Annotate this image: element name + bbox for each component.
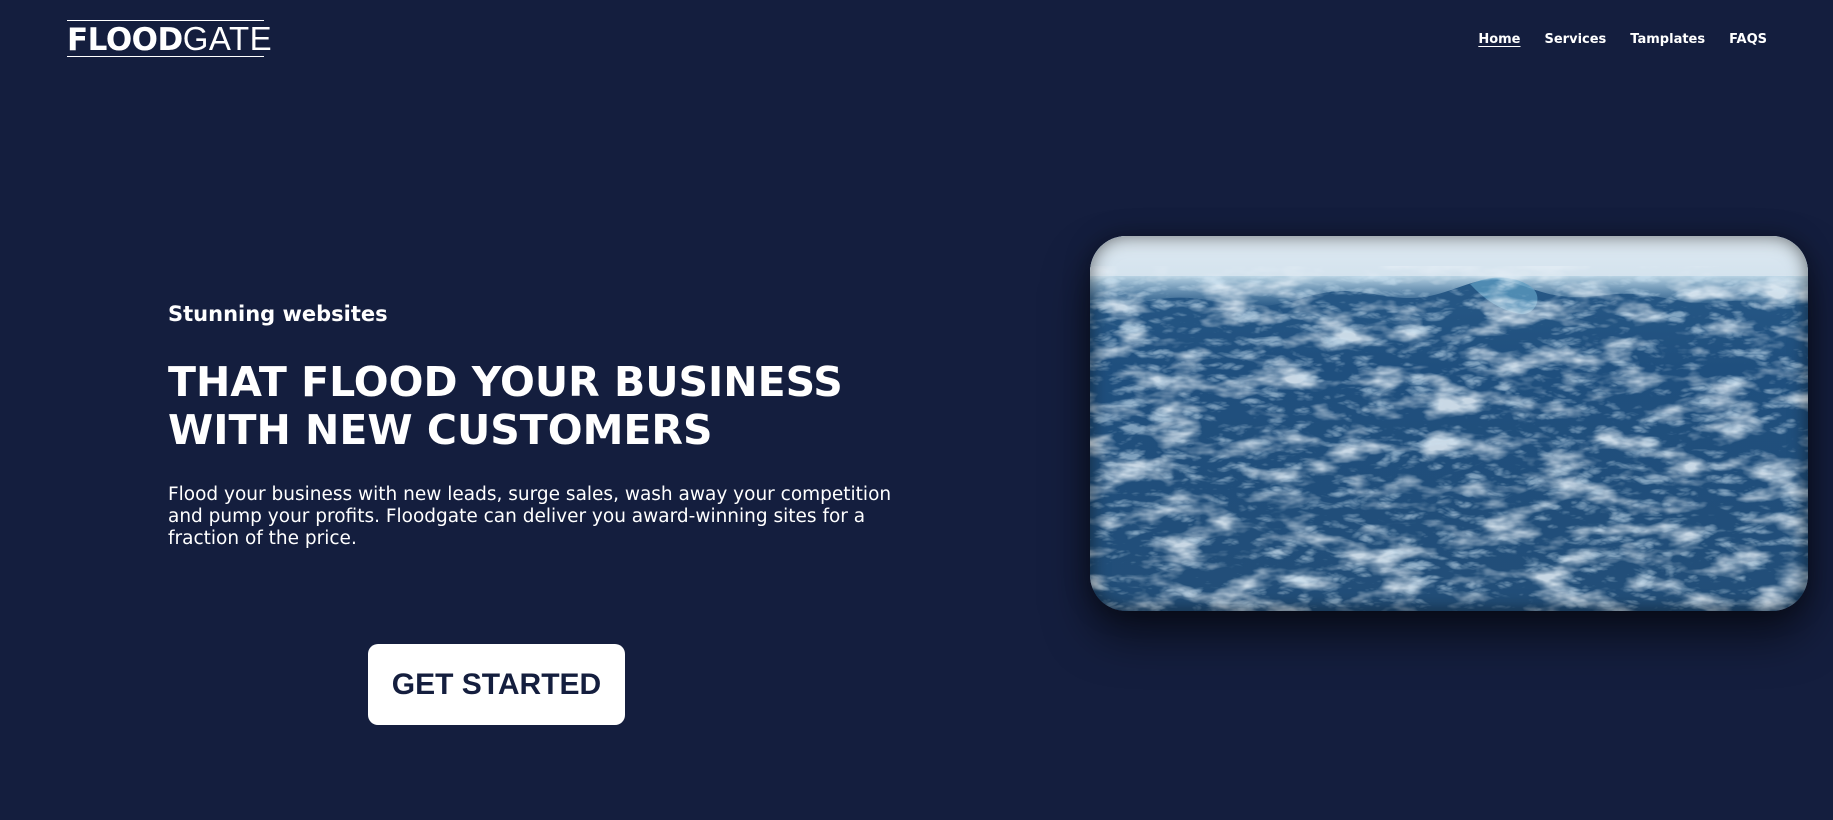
logo-bold-text: FLOOD bbox=[67, 21, 183, 58]
nav-item-faqs[interactable]: FAQS bbox=[1729, 32, 1767, 47]
logo-bottom-rule bbox=[67, 56, 264, 57]
ocean-waves-image bbox=[1090, 236, 1808, 611]
hero-headline-line-1: THAT FLOOD YOUR BUSINESS bbox=[168, 358, 843, 406]
hero-copy: Stunning websites THAT FLOOD YOUR BUSINE… bbox=[168, 300, 938, 550]
hero-eyebrow: Stunning websites bbox=[168, 302, 388, 326]
nav-item-services[interactable]: Services bbox=[1545, 32, 1607, 47]
site-header: FLOODGATE Home Services Tamplates FAQS bbox=[0, 0, 1833, 90]
nav-item-templates[interactable]: Tamplates bbox=[1630, 32, 1705, 47]
get-started-button[interactable]: GET STARTED bbox=[368, 644, 625, 725]
ocean-waves-illustration bbox=[1090, 236, 1808, 611]
logo-top-rule bbox=[67, 20, 264, 21]
nav-item-home[interactable]: Home bbox=[1478, 32, 1520, 47]
hero-headline: THAT FLOOD YOUR BUSINESS WITH NEW CUSTOM… bbox=[168, 358, 938, 454]
logo-wordmark: FLOODGATE bbox=[67, 19, 273, 58]
floodgate-logo[interactable]: FLOODGATE bbox=[67, 20, 272, 58]
hero-description: Flood your business with new leads, surg… bbox=[168, 484, 892, 549]
logo-light-text: GATE bbox=[182, 19, 273, 57]
main-nav: Home Services Tamplates FAQS bbox=[1478, 32, 1767, 47]
hero-headline-line-2: WITH NEW CUSTOMERS bbox=[168, 406, 713, 454]
